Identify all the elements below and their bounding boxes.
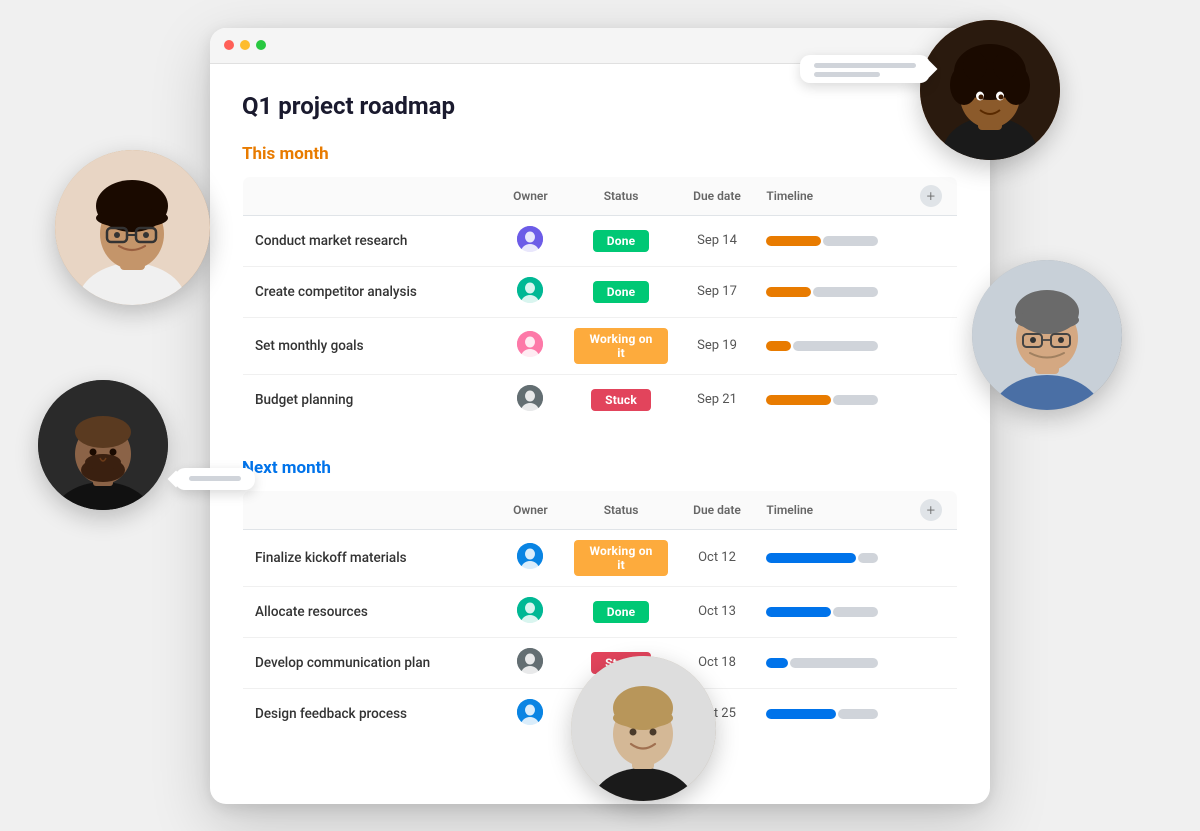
- row-add-cell: [908, 688, 958, 739]
- due-date-cell: Sep 19: [680, 317, 755, 374]
- row-add-cell: [908, 317, 958, 374]
- scene: Q1 project roadmap ··· This month Owner …: [0, 0, 1200, 831]
- timeline-bar: [766, 607, 886, 617]
- timeline-bar: [766, 287, 886, 297]
- th-owner-1: Owner: [498, 176, 562, 215]
- th-duedate-2: Due date: [680, 490, 755, 529]
- status-badge[interactable]: Working on it: [574, 540, 667, 576]
- status-badge[interactable]: Done: [593, 230, 650, 252]
- row-add-cell: [908, 586, 958, 637]
- owner-cell: [498, 266, 562, 317]
- status-badge[interactable]: Done: [593, 281, 650, 303]
- th-timeline-2: Timeline: [754, 490, 908, 529]
- timeline-cell: [754, 637, 908, 688]
- owner-cell: [498, 637, 562, 688]
- add-task-button-2[interactable]: +: [920, 499, 942, 521]
- this-month-title: This month: [242, 144, 958, 164]
- due-date-cell: Sep 14: [680, 215, 755, 266]
- timeline-cell: [754, 215, 908, 266]
- th-add-2: +: [908, 490, 958, 529]
- timeline-cell: [754, 374, 908, 425]
- this-month-table: Owner Status Due date Timeline + Conduct…: [242, 176, 958, 426]
- task-name-cell[interactable]: Design feedback process: [243, 688, 499, 739]
- avatar-person-top-right: [920, 20, 1060, 160]
- status-cell[interactable]: Done: [562, 215, 679, 266]
- task-name-cell[interactable]: Conduct market research: [243, 215, 499, 266]
- timeline-cell: [754, 688, 908, 739]
- table-row: Budget planning Stuck Sep 21: [243, 374, 958, 425]
- owner-cell: [498, 374, 562, 425]
- row-add-cell: [908, 529, 958, 586]
- status-badge[interactable]: Working on it: [574, 328, 667, 364]
- timeline-bar: [766, 658, 886, 668]
- owner-cell: [498, 529, 562, 586]
- row-add-cell: [908, 374, 958, 425]
- timeline-bar: [766, 236, 886, 246]
- avatar-person-left-top: [55, 150, 210, 305]
- status-cell[interactable]: Stuck: [562, 374, 679, 425]
- table-row: Finalize kickoff materials Working on it…: [243, 529, 958, 586]
- dot-yellow: [240, 40, 250, 50]
- timeline-cell: [754, 266, 908, 317]
- due-date-cell: Sep 21: [680, 374, 755, 425]
- due-date-cell: Sep 17: [680, 266, 755, 317]
- timeline-bar: [766, 395, 886, 405]
- page-title-row: Q1 project roadmap ···: [242, 92, 958, 120]
- next-month-title: Next month: [242, 458, 958, 478]
- table-row: Conduct market research Done Sep 14: [243, 215, 958, 266]
- table-row: Allocate resources Done Oct 13: [243, 586, 958, 637]
- task-name-cell[interactable]: Create competitor analysis: [243, 266, 499, 317]
- avatar-person-bottom: [571, 656, 716, 801]
- timeline-cell: [754, 586, 908, 637]
- task-name-cell[interactable]: Finalize kickoff materials: [243, 529, 499, 586]
- th-status-2: Status: [562, 490, 679, 529]
- row-add-cell: [908, 266, 958, 317]
- timeline-cell: [754, 529, 908, 586]
- status-badge[interactable]: Stuck: [591, 389, 651, 411]
- this-month-section: This month Owner Status Due date Timelin…: [242, 144, 958, 426]
- this-month-body: Conduct market research DoneSep 14Create…: [243, 215, 958, 425]
- owner-cell: [498, 215, 562, 266]
- th-task-name-2: [243, 490, 499, 529]
- timeline-cell: [754, 317, 908, 374]
- task-name-cell[interactable]: Set monthly goals: [243, 317, 499, 374]
- row-add-cell: [908, 637, 958, 688]
- owner-cell: [498, 586, 562, 637]
- status-cell[interactable]: Working on it: [562, 529, 679, 586]
- page-title: Q1 project roadmap: [242, 92, 455, 120]
- status-cell[interactable]: Working on it: [562, 317, 679, 374]
- add-task-button-1[interactable]: +: [920, 185, 942, 207]
- table-row: Set monthly goals Working on it Sep 19: [243, 317, 958, 374]
- speech-bubble-top-right: [800, 55, 930, 83]
- th-status-1: Status: [562, 176, 679, 215]
- dot-red: [224, 40, 234, 50]
- th-task-name-1: [243, 176, 499, 215]
- this-month-header-row: Owner Status Due date Timeline +: [243, 176, 958, 215]
- avatar-person-right: [972, 260, 1122, 410]
- status-cell[interactable]: Done: [562, 266, 679, 317]
- due-date-cell: Oct 12: [680, 529, 755, 586]
- dot-green: [256, 40, 266, 50]
- th-duedate-1: Due date: [680, 176, 755, 215]
- owner-cell: [498, 688, 562, 739]
- status-badge[interactable]: Done: [593, 601, 650, 623]
- timeline-bar: [766, 341, 886, 351]
- owner-cell: [498, 317, 562, 374]
- next-month-header-row: Owner Status Due date Timeline +: [243, 490, 958, 529]
- due-date-cell: Oct 13: [680, 586, 755, 637]
- status-cell[interactable]: Done: [562, 586, 679, 637]
- avatar-person-left-bottom: [38, 380, 168, 510]
- th-add-1: +: [908, 176, 958, 215]
- row-add-cell: [908, 215, 958, 266]
- timeline-bar: [766, 553, 886, 563]
- table-row: Create competitor analysis Done Sep 17: [243, 266, 958, 317]
- task-name-cell[interactable]: Develop communication plan: [243, 637, 499, 688]
- th-timeline-1: Timeline: [754, 176, 908, 215]
- task-name-cell[interactable]: Budget planning: [243, 374, 499, 425]
- speech-bubble-left: [175, 468, 255, 490]
- th-owner-2: Owner: [498, 490, 562, 529]
- timeline-bar: [766, 709, 886, 719]
- task-name-cell[interactable]: Allocate resources: [243, 586, 499, 637]
